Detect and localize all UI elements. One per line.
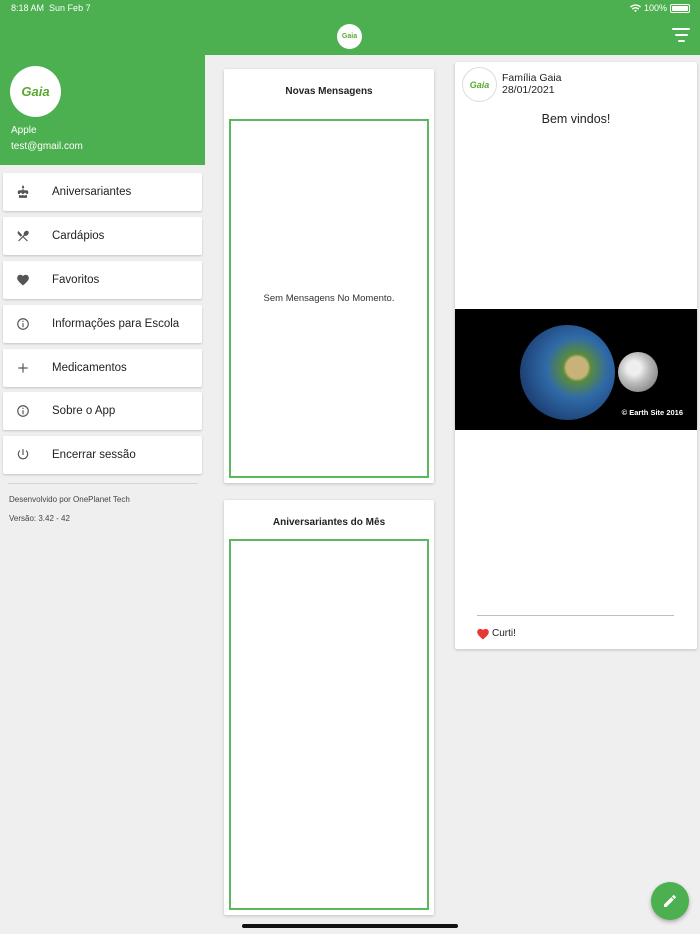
wifi-icon <box>629 3 641 12</box>
plus-icon <box>3 361 43 375</box>
post-author: Família Gaia <box>502 72 562 84</box>
like-label: Curti! <box>492 628 516 639</box>
menu-item-aniversariantes[interactable]: Aniversariantes <box>3 173 202 211</box>
menu-item-label: Sobre o App <box>52 405 116 417</box>
menu-item-label: Favoritos <box>52 274 100 286</box>
menu-item-label: Cardápios <box>52 230 105 242</box>
info-icon <box>3 404 43 418</box>
user-name: Apple <box>11 125 37 136</box>
drawer-header: Gaia Apple test@gmail.com <box>0 55 205 165</box>
divider <box>477 615 674 616</box>
earth-image <box>520 325 615 420</box>
app-bar: 8:18 AM Sun Feb 7 100% Gaia <box>0 0 700 55</box>
info-icon <box>3 317 43 331</box>
menu-item-favoritos[interactable]: Favoritos <box>3 261 202 299</box>
menu-item-cardapios[interactable]: Cardápios <box>3 217 202 255</box>
heart-icon <box>477 628 489 640</box>
status-time: 8:18 AM Sun Feb 7 <box>11 3 91 13</box>
messages-list[interactable]: Sem Mensagens No Momento. <box>229 119 429 478</box>
birthdays-list[interactable] <box>229 539 429 910</box>
post-text: Bem vindos! <box>541 112 611 126</box>
battery-icon <box>670 3 690 13</box>
app-version: Versão: 3.42 - 42 <box>9 514 70 523</box>
heart-icon <box>3 273 43 287</box>
menu-item-label: Medicamentos <box>52 362 127 374</box>
like-button[interactable]: Curti! <box>476 627 516 640</box>
image-caption: © Earth Site 2016 <box>621 408 683 417</box>
developer-credit: Desenvolvido por OnePlanet Tech <box>9 495 130 504</box>
menu-item-informacoes[interactable]: Informações para Escola <box>3 305 202 343</box>
battery-percent: 100% <box>643 3 667 13</box>
filter-button[interactable] <box>671 28 691 44</box>
birthdays-card: Aniversariantes do Mês <box>224 500 434 915</box>
user-email: test@gmail.com <box>11 141 83 152</box>
menu-item-label: Aniversariantes <box>52 186 132 198</box>
home-indicator <box>242 924 458 928</box>
messages-card: Novas Mensagens Sem Mensagens No Momento… <box>224 69 434 483</box>
compose-button[interactable] <box>651 882 689 920</box>
pencil-icon <box>664 895 676 907</box>
utensils-icon <box>3 229 43 243</box>
moon-image <box>618 352 658 392</box>
messages-title: Novas Mensagens <box>285 86 373 97</box>
divider <box>8 483 198 484</box>
app-logo: Gaia <box>337 24 362 49</box>
status-indicators: 100% <box>629 3 690 13</box>
power-icon <box>3 448 43 462</box>
menu-item-label: Informações para Escola <box>52 318 180 330</box>
menu-item-medicamentos[interactable]: Medicamentos <box>3 349 202 387</box>
post-image[interactable]: © Earth Site 2016 <box>455 309 697 430</box>
cake-icon <box>3 185 43 199</box>
post-avatar: Gaia <box>462 67 497 102</box>
empty-messages-text: Sem Mensagens No Momento. <box>263 293 395 304</box>
side-drawer: Gaia Apple test@gmail.com Aniversariante… <box>0 55 205 934</box>
post-date: 28/01/2021 <box>502 84 555 96</box>
birthdays-title: Aniversariantes do Mês <box>272 517 386 528</box>
avatar: Gaia <box>10 66 61 117</box>
menu-item-label: Encerrar sessão <box>52 449 136 461</box>
post-card[interactable]: Gaia Família Gaia 28/01/2021 Bem vindos!… <box>455 62 697 649</box>
menu-item-sobre[interactable]: Sobre o App <box>3 392 202 430</box>
menu-item-logout[interactable]: Encerrar sessão <box>3 436 202 474</box>
